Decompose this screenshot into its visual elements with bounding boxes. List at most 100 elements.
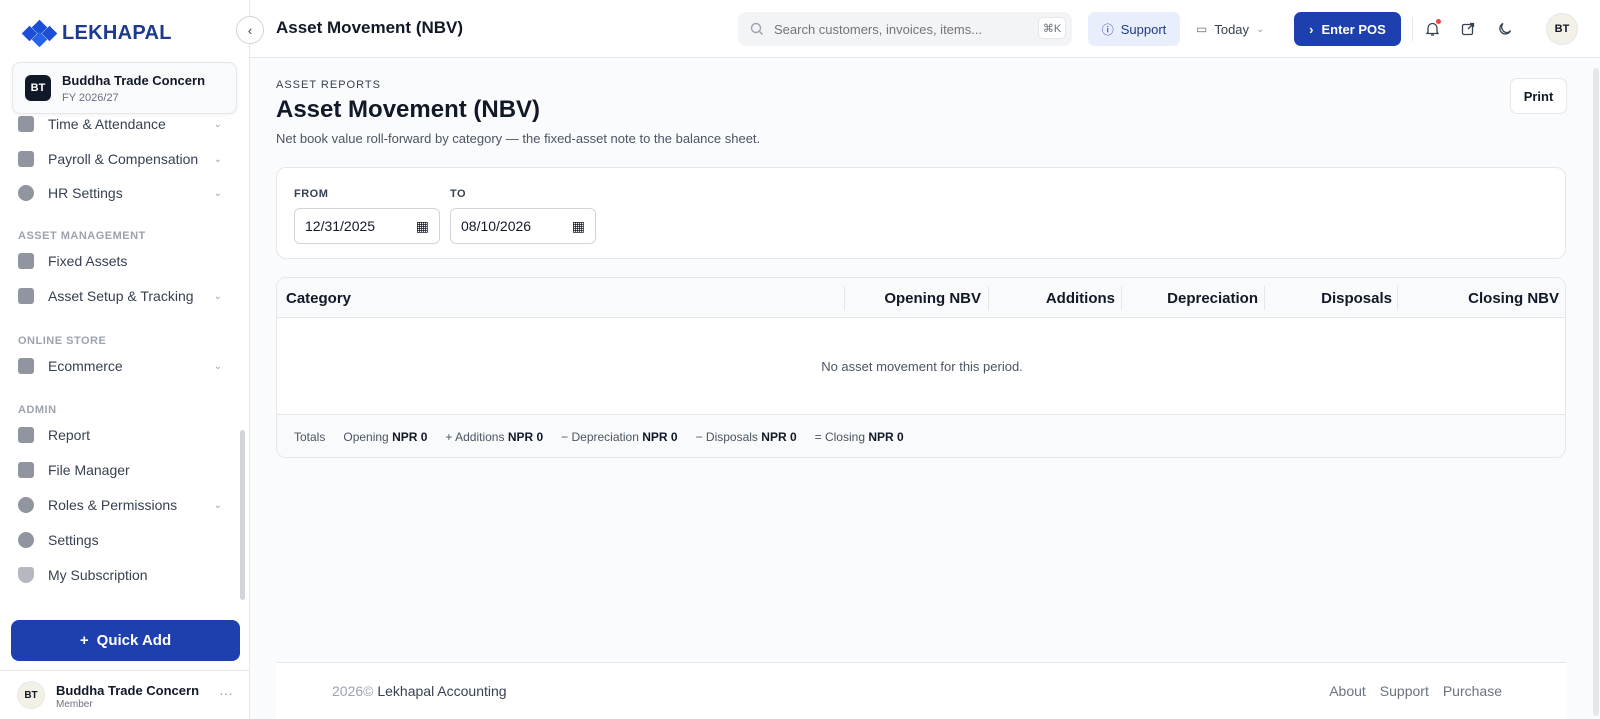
enter-pos-label: Enter POS <box>1321 21 1386 37</box>
copyright: 2026© Lekhapal Accounting <box>332 683 507 699</box>
sidebar-scrollbar[interactable] <box>240 430 245 600</box>
user-menu[interactable]: BT Buddha Trade Concern Member ··· <box>0 670 250 719</box>
sidebar-item-label: Time & Attendance <box>48 116 166 132</box>
chevron-down-icon: ⌄ <box>213 290 222 302</box>
sidebar-item-file-manager[interactable]: File Manager <box>18 455 222 485</box>
sidebar-item-label: Fixed Assets <box>48 253 128 269</box>
totals-label: Totals <box>294 430 326 444</box>
plus-icon: + <box>79 632 89 649</box>
page-eyebrow: ASSET REPORTS <box>276 79 381 91</box>
store-icon <box>18 358 34 374</box>
column-header-additions[interactable]: Additions <box>1046 278 1115 318</box>
divider <box>988 286 989 310</box>
date-filters: FROM 12/31/2025 ▦ TO 08/10/2026 ▦ <box>276 167 1566 259</box>
cog-icon <box>18 532 34 548</box>
notifications-button[interactable] <box>1420 17 1444 41</box>
sidebar-item-roles-permissions[interactable]: Roles & Permissions ⌄ <box>18 490 222 520</box>
to-date-input[interactable]: 08/10/2026 ▦ <box>450 208 596 244</box>
divider <box>1412 17 1413 41</box>
sidebar-item-time-attendance[interactable]: Time & Attendance ⌄ <box>18 116 222 139</box>
empty-state-message: No asset movement for this period. <box>821 358 1023 374</box>
top-bar: Asset Movement (NBV) ⌘K ⓘ Support ▭ Toda… <box>250 0 1600 58</box>
calendar-icon[interactable]: ▦ <box>572 218 585 235</box>
chevron-down-icon: ⌄ <box>213 187 222 199</box>
page-scrollbar[interactable] <box>1592 58 1600 719</box>
section-admin: ADMIN <box>18 404 57 416</box>
org-name: Buddha Trade Concern <box>62 73 206 88</box>
payroll-icon <box>18 151 34 167</box>
chevron-down-icon: ⌄ <box>213 153 222 165</box>
user-name: Buddha Trade Concern <box>56 683 200 698</box>
asset-movement-table: Category Opening NBV Additions Depreciat… <box>276 277 1566 458</box>
organization-switcher[interactable]: BT Buddha Trade Concern FY 2026/27 <box>12 62 237 114</box>
search-input[interactable] <box>774 21 1034 37</box>
sidebar-item-subscription[interactable]: My Subscription <box>18 560 222 590</box>
chevron-down-icon: ⌄ <box>213 360 222 372</box>
divider <box>1264 286 1265 310</box>
total-depreciation: − Depreciation NPR 0 <box>561 430 677 444</box>
calendar-icon: ▭ <box>1196 22 1208 36</box>
copyright-year: 2026© <box>332 683 374 699</box>
column-header-category[interactable]: Category <box>286 278 351 318</box>
sidebar-item-label: Asset Setup & Tracking <box>48 288 194 304</box>
chevron-down-icon: ⌄ <box>1256 23 1265 35</box>
search-shortcut: ⌘K <box>1038 17 1066 39</box>
sidebar-item-settings[interactable]: Settings <box>18 525 222 555</box>
folder-icon <box>18 462 34 478</box>
from-date-input[interactable]: 12/31/2025 ▦ <box>294 208 440 244</box>
quick-add-button[interactable]: + Quick Add <box>11 620 240 661</box>
page-scrollbar-thumb[interactable] <box>1593 68 1599 716</box>
open-external-button[interactable] <box>1456 17 1480 41</box>
total-opening-value: NPR 0 <box>392 430 428 444</box>
divider <box>1121 286 1122 310</box>
total-closing-label: = Closing <box>814 430 865 444</box>
footer-link-purchase[interactable]: Purchase <box>1443 683 1502 699</box>
brand-logo[interactable]: LEKHAPAL <box>21 19 172 48</box>
theme-toggle-button[interactable] <box>1493 17 1517 41</box>
column-header-closing-nbv[interactable]: Closing NBV <box>1468 278 1559 318</box>
sidebar-item-label: My Subscription <box>48 567 148 583</box>
org-avatar: BT <box>25 75 51 101</box>
date-range-dropdown[interactable]: ▭ Today ⌄ <box>1196 12 1276 46</box>
org-fiscal-year: FY 2026/27 <box>62 92 119 104</box>
enter-pos-button[interactable]: › Enter POS <box>1294 12 1401 46</box>
notification-dot <box>1436 19 1441 24</box>
search-box[interactable]: ⌘K <box>738 12 1072 46</box>
bar-chart-icon <box>18 427 34 443</box>
column-header-opening-nbv[interactable]: Opening NBV <box>884 278 981 318</box>
sidebar-item-hr-settings[interactable]: HR Settings ⌄ <box>18 178 222 208</box>
support-button[interactable]: ⓘ Support <box>1088 12 1180 46</box>
total-closing: = Closing NPR 0 <box>815 430 904 444</box>
total-disposals-label: − Disposals <box>695 430 758 444</box>
avatar: BT <box>17 681 45 709</box>
page-subtitle: Net book value roll-forward by category … <box>276 131 761 146</box>
more-options-icon[interactable]: ··· <box>219 685 233 701</box>
sidebar-item-payroll[interactable]: Payroll & Compensation ⌄ <box>18 144 222 174</box>
to-date-value: 08/10/2026 <box>461 218 532 234</box>
total-opening: Opening NPR 0 <box>343 430 427 444</box>
sidebar-item-report[interactable]: Report <box>18 420 222 450</box>
print-button[interactable]: Print <box>1510 78 1567 114</box>
chevron-right-icon: › <box>1309 21 1314 37</box>
column-header-disposals[interactable]: Disposals <box>1321 278 1392 318</box>
brand-name: LEKHAPAL <box>62 21 172 44</box>
section-online-store: ONLINE STORE <box>18 335 107 347</box>
avatar[interactable]: BT <box>1546 13 1578 45</box>
column-header-depreciation[interactable]: Depreciation <box>1167 278 1258 318</box>
footer-link-about[interactable]: About <box>1329 683 1366 699</box>
total-additions: + Additions NPR 0 <box>445 430 543 444</box>
total-additions-label: + Additions <box>445 430 505 444</box>
footer-link-support[interactable]: Support <box>1380 683 1429 699</box>
sidebar-item-label: Ecommerce <box>48 358 123 374</box>
total-additions-value: NPR 0 <box>507 430 544 444</box>
total-disposals: − Disposals NPR 0 <box>696 430 797 444</box>
collapse-sidebar-button[interactable]: ‹ <box>236 16 264 44</box>
sidebar-item-ecommerce[interactable]: Ecommerce ⌄ <box>18 351 222 381</box>
support-label: Support <box>1120 21 1167 37</box>
sidebar-item-asset-setup[interactable]: Asset Setup & Tracking ⌄ <box>18 281 222 311</box>
sidebar-item-fixed-assets[interactable]: Fixed Assets <box>18 246 222 276</box>
main-content: ASSET REPORTS Asset Movement (NBV) Net b… <box>250 58 1590 719</box>
calendar-icon[interactable]: ▦ <box>416 218 429 235</box>
table-header: Category Opening NBV Additions Depreciat… <box>277 278 1565 318</box>
chevron-down-icon: ⌄ <box>213 118 222 130</box>
